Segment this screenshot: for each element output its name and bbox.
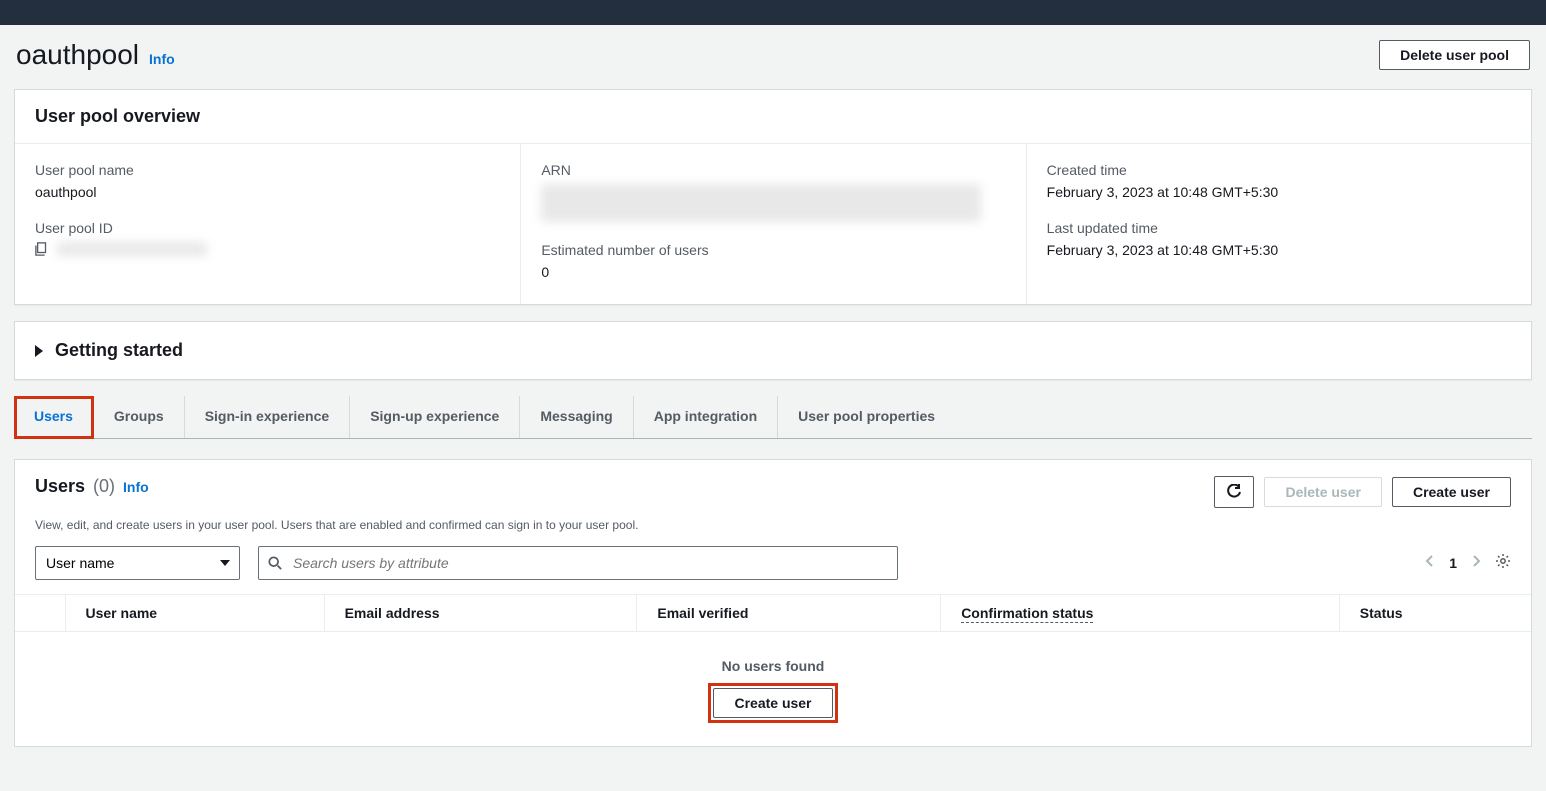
tab-groups[interactable]: Groups (94, 396, 185, 438)
col-email-verified[interactable]: Email verified (637, 595, 941, 632)
users-card: Users (0) Info Delete user Create user V… (14, 459, 1532, 747)
est-users-label: Estimated number of users (541, 242, 1005, 258)
tab-users[interactable]: Users (14, 396, 94, 439)
tab-app-integration[interactable]: App integration (634, 396, 778, 438)
overview-card-title: User pool overview (15, 90, 1531, 144)
page-number: 1 (1449, 555, 1457, 571)
updated-time-label: Last updated time (1047, 220, 1511, 236)
refresh-button[interactable] (1214, 476, 1254, 508)
pool-id-label: User pool ID (35, 220, 500, 236)
col-confirmation-status[interactable]: Confirmation status (941, 595, 1340, 632)
top-nav-bar (0, 0, 1546, 25)
users-count: (0) (93, 476, 115, 497)
create-user-button[interactable]: Create user (1392, 477, 1511, 507)
users-desc: View, edit, and create users in your use… (15, 518, 1531, 546)
prev-page-button[interactable] (1425, 554, 1435, 573)
page-title: oauthpool (16, 39, 139, 71)
gear-icon (1495, 553, 1511, 569)
est-users-value: 0 (541, 264, 1005, 280)
tab-signin-experience[interactable]: Sign-in experience (185, 396, 350, 438)
getting-started-card: Getting started (14, 321, 1532, 380)
pool-name-value: oauthpool (35, 184, 500, 200)
getting-started-title: Getting started (55, 340, 183, 361)
empty-state-text: No users found (15, 658, 1531, 674)
page-header: oauthpool Info Delete user pool (0, 25, 1546, 89)
search-input[interactable] (258, 546, 898, 580)
empty-create-user-button[interactable]: Create user (713, 688, 832, 718)
attribute-select[interactable]: User name (35, 546, 240, 580)
tab-user-pool-properties[interactable]: User pool properties (778, 396, 955, 438)
pool-id-value-redacted (57, 242, 207, 256)
tabs: Users Groups Sign-in experience Sign-up … (14, 396, 1532, 439)
copy-icon[interactable] (35, 242, 49, 256)
created-time-label: Created time (1047, 162, 1511, 178)
col-email[interactable]: Email address (324, 595, 637, 632)
settings-button[interactable] (1495, 553, 1511, 574)
users-info-link[interactable]: Info (123, 479, 149, 495)
users-table: User name Email address Email verified C… (15, 594, 1531, 746)
created-time-value: February 3, 2023 at 10:48 GMT+5:30 (1047, 184, 1511, 200)
users-section-title: Users (35, 476, 85, 497)
chevron-left-icon (1425, 554, 1435, 568)
col-status[interactable]: Status (1339, 595, 1531, 632)
caret-right-icon (35, 345, 43, 357)
getting-started-expander[interactable]: Getting started (15, 322, 1531, 379)
delete-user-pool-button[interactable]: Delete user pool (1379, 40, 1530, 70)
search-icon (268, 556, 282, 570)
arn-label: ARN (541, 162, 1005, 178)
chevron-right-icon (1471, 554, 1481, 568)
next-page-button[interactable] (1471, 554, 1481, 573)
tab-messaging[interactable]: Messaging (520, 396, 633, 438)
info-link[interactable]: Info (149, 51, 175, 67)
updated-time-value: February 3, 2023 at 10:48 GMT+5:30 (1047, 242, 1511, 258)
delete-user-button: Delete user (1264, 477, 1381, 507)
overview-card: User pool overview User pool name oauthp… (14, 89, 1532, 305)
refresh-icon (1226, 484, 1242, 500)
arn-value-redacted (541, 184, 981, 222)
tab-signup-experience[interactable]: Sign-up experience (350, 396, 520, 438)
pool-name-label: User pool name (35, 162, 500, 178)
col-username[interactable]: User name (65, 595, 324, 632)
